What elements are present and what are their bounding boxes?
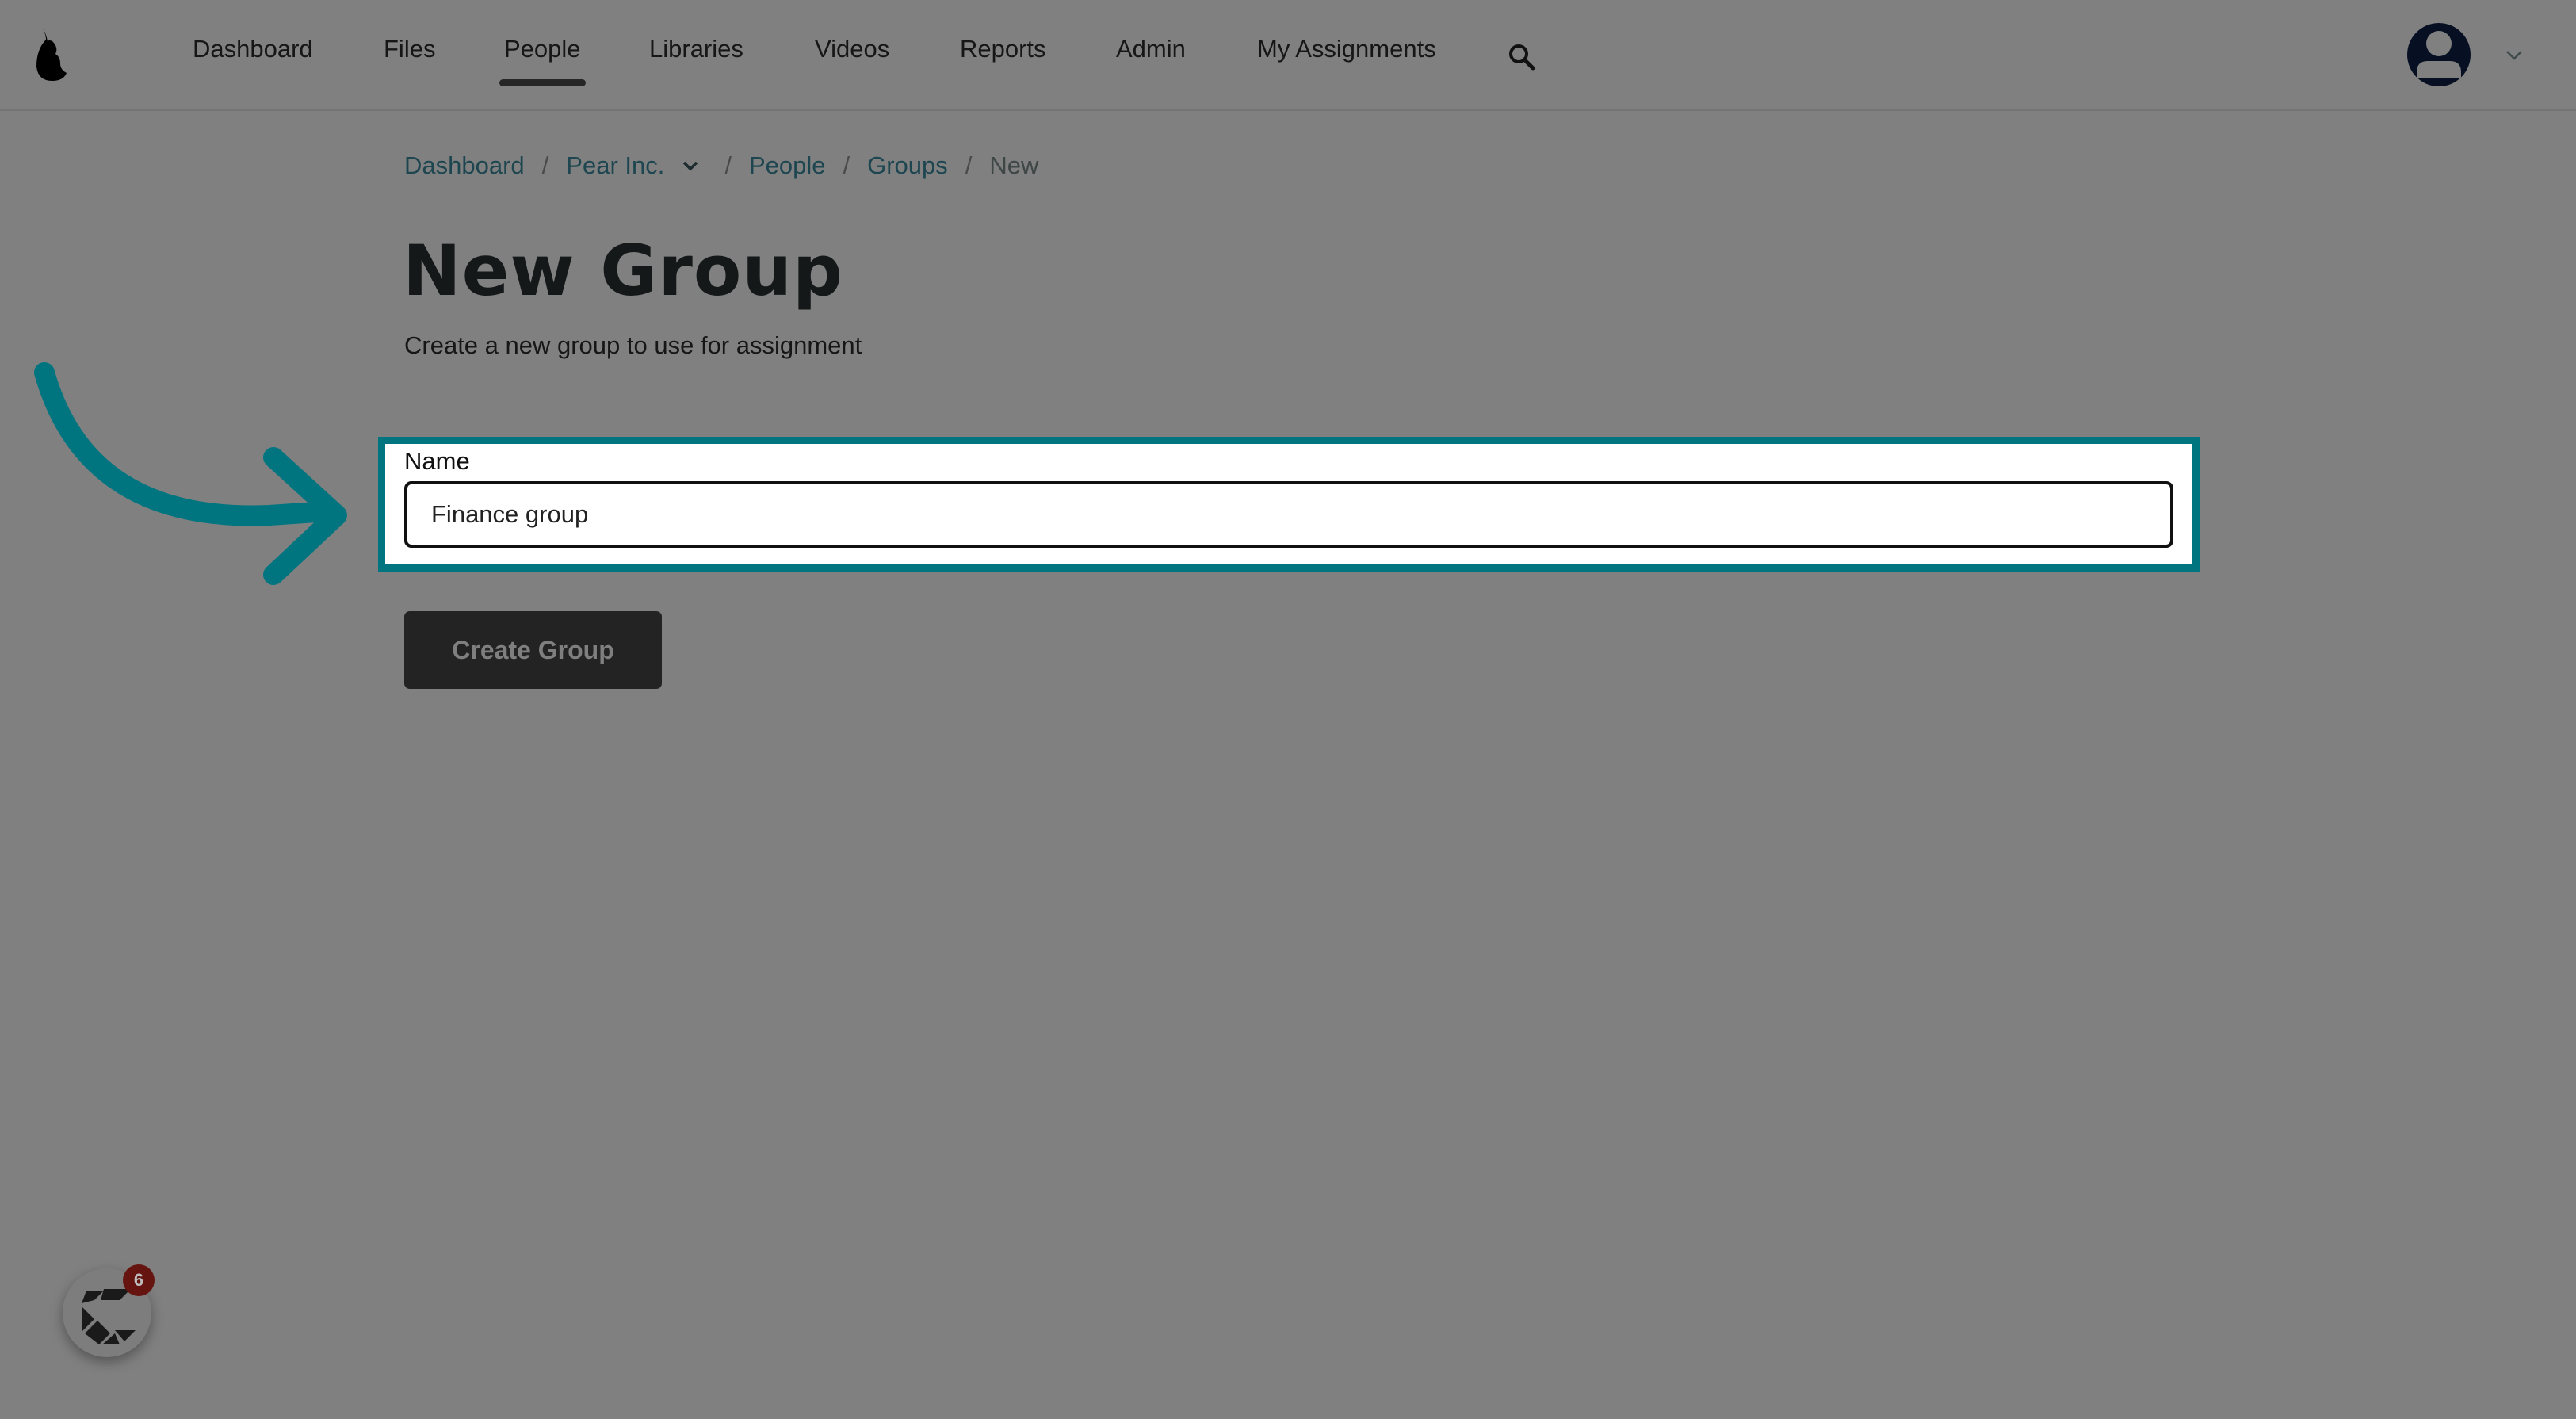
nav-files[interactable]: Files: [384, 35, 435, 63]
chevron-down-icon[interactable]: [2505, 49, 2524, 62]
chevron-down-icon[interactable]: [682, 160, 699, 171]
breadcrumb-separator: /: [541, 151, 549, 179]
top-nav: Dashboard Files People Libraries Videos …: [0, 0, 2576, 111]
breadcrumb: Dashboard / Pear Inc. / People / Groups …: [404, 151, 1038, 180]
user-avatar-icon[interactable]: [2407, 23, 2471, 86]
nav-libraries[interactable]: Libraries: [649, 35, 743, 63]
breadcrumb-pear-inc[interactable]: Pear Inc.: [566, 151, 664, 180]
breadcrumb-dashboard[interactable]: Dashboard: [404, 151, 525, 180]
search-icon[interactable]: [1506, 41, 1538, 73]
breadcrumb-separator: /: [843, 151, 850, 179]
pear-logo-icon[interactable]: [32, 27, 73, 82]
nav-my-assignments[interactable]: My Assignments: [1257, 35, 1436, 63]
breadcrumb-groups[interactable]: Groups: [867, 151, 948, 180]
notification-badge: 6: [123, 1264, 155, 1296]
name-label: Name: [404, 447, 470, 475]
nav-admin[interactable]: Admin: [1116, 35, 1186, 63]
breadcrumb-people[interactable]: People: [749, 151, 826, 180]
nav-reports[interactable]: Reports: [960, 35, 1046, 63]
nav-people[interactable]: People: [499, 35, 586, 86]
page-subtitle: Create a new group to use for assignment: [404, 331, 862, 359]
breadcrumb-separator: /: [724, 151, 732, 179]
create-group-button[interactable]: Create Group: [404, 611, 662, 689]
breadcrumb-separator: /: [965, 151, 973, 179]
nav-videos[interactable]: Videos: [815, 35, 889, 63]
nav-dashboard[interactable]: Dashboard: [193, 35, 313, 63]
callout-arrow-icon: [34, 362, 347, 585]
name-input[interactable]: [404, 481, 2173, 548]
page-title: New Group: [403, 230, 843, 312]
breadcrumb-current: New: [989, 151, 1039, 179]
